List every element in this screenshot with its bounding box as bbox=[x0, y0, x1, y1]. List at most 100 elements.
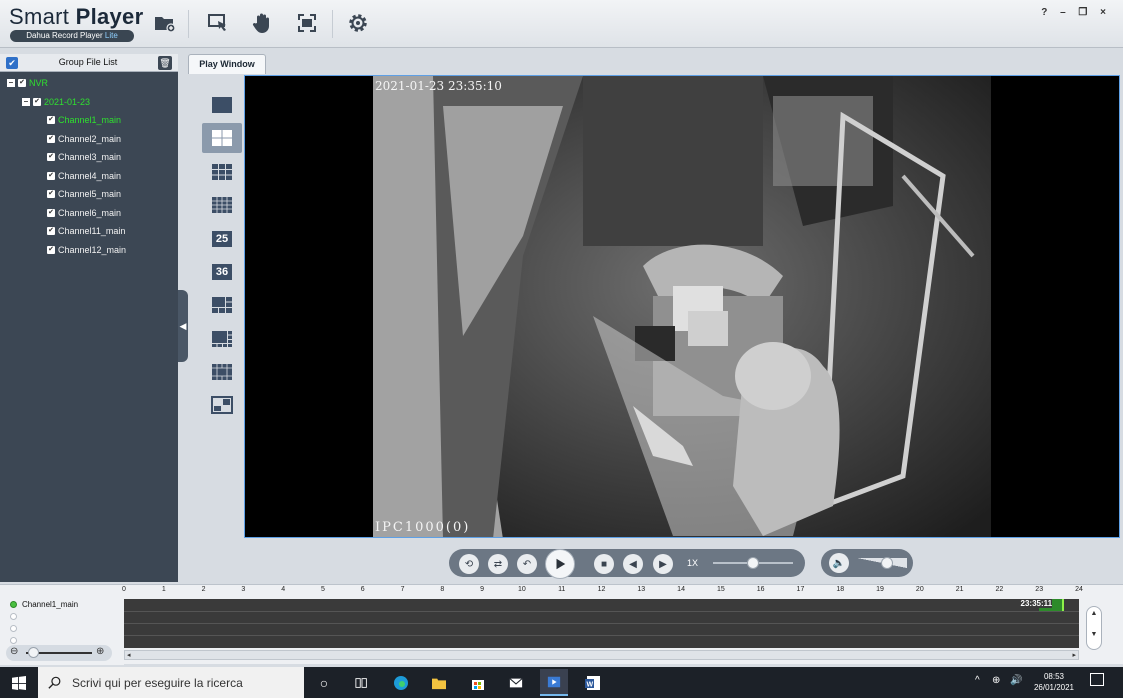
hour-tick-label: 3 bbox=[241, 586, 246, 593]
hour-tick-label: 24 bbox=[1075, 586, 1083, 593]
select-all-checkbox[interactable]: ✔ bbox=[6, 57, 18, 69]
layout-9-button[interactable] bbox=[202, 157, 242, 187]
layout-1-button[interactable] bbox=[202, 90, 242, 120]
tree-channel-item[interactable]: ✔ Channel3_main bbox=[47, 152, 121, 162]
timeline-horizontal-scrollbar[interactable]: ◂ ▸ bbox=[124, 650, 1079, 660]
speaker-icon[interactable]: 🔊 bbox=[1010, 675, 1022, 686]
group-file-title: Group File List bbox=[58, 57, 118, 67]
layout-13-button[interactable] bbox=[202, 357, 242, 387]
channel-status-dot[interactable] bbox=[10, 637, 17, 644]
tree-channel-item[interactable]: ✔ Channel2_main bbox=[47, 134, 121, 144]
smart-player-task-icon[interactable] bbox=[540, 669, 568, 696]
tray-chevron-icon[interactable]: ^ bbox=[975, 675, 980, 686]
toolbar-divider bbox=[332, 10, 333, 38]
search-placeholder: Scrivi qui per eseguire la ricerca bbox=[72, 675, 243, 690]
checkbox-icon[interactable]: ✔ bbox=[47, 172, 55, 180]
volume-icon[interactable]: 🔈 bbox=[829, 553, 849, 573]
layout-6-button[interactable] bbox=[202, 290, 242, 320]
checkbox-icon[interactable]: ✔ bbox=[47, 227, 55, 235]
app-title-light: Smart bbox=[9, 4, 76, 29]
video-view[interactable]: 2021-01-23 23:35:10 IPC1000(0) bbox=[244, 75, 1120, 538]
timeline-track[interactable]: 0 1 2 3 4 5 6 7 8 9 10 11 12 13 14 15 16 17 18 19 20 21 22 23 24… bbox=[122, 586, 1083, 648]
speed-slider-knob[interactable] bbox=[747, 557, 759, 569]
layout-4-button[interactable] bbox=[202, 123, 242, 153]
taskbar-search-box[interactable]: Scrivi qui per eseguire la ricerca bbox=[38, 667, 304, 698]
collapse-icon[interactable]: – bbox=[22, 98, 30, 106]
taskbar-clock[interactable]: 08:53 26/01/2021 bbox=[1026, 671, 1082, 693]
next-frame-icon[interactable]: ▶ bbox=[653, 554, 673, 574]
stop-icon[interactable]: ■ bbox=[594, 554, 614, 574]
checkbox-icon[interactable]: ✔ bbox=[33, 98, 41, 106]
timeline-cursor[interactable] bbox=[1061, 599, 1064, 611]
play-button[interactable] bbox=[545, 549, 575, 579]
zoom-in-icon[interactable]: ⊕ bbox=[96, 646, 104, 657]
scroll-left-icon[interactable]: ◂ bbox=[127, 651, 131, 659]
checkbox-icon[interactable]: ✔ bbox=[47, 135, 55, 143]
layout-8-icon bbox=[212, 331, 232, 347]
tree-channel-item[interactable]: ✔ Channel6_main bbox=[47, 208, 121, 218]
channel-status-dot[interactable] bbox=[10, 625, 17, 632]
windows-start-icon[interactable] bbox=[8, 673, 30, 693]
hand-icon[interactable] bbox=[249, 9, 275, 37]
notifications-icon[interactable] bbox=[1090, 673, 1104, 686]
prev-frame-icon[interactable]: ◀ bbox=[623, 554, 643, 574]
checkbox-icon[interactable]: ✔ bbox=[47, 246, 55, 254]
open-folder-icon[interactable] bbox=[152, 9, 178, 37]
word-icon[interactable]: W bbox=[582, 673, 604, 693]
hour-tick-label: 22 bbox=[995, 586, 1004, 593]
app-title-bold: Player bbox=[75, 4, 144, 29]
tree-date-node[interactable]: – ✔ 2021-01-23 bbox=[22, 97, 90, 107]
snapshot-cursor-icon[interactable] bbox=[205, 9, 231, 37]
sync-play-icon[interactable]: ⇄ bbox=[488, 554, 508, 574]
volume-slider-knob[interactable] bbox=[881, 557, 893, 569]
hour-tick-label: 17 bbox=[796, 586, 805, 593]
layout-8-button[interactable] bbox=[202, 324, 242, 354]
loop-icon[interactable]: ⟲ bbox=[459, 554, 479, 574]
reverse-play-icon[interactable]: ↶ bbox=[517, 554, 537, 574]
tree-channel-item[interactable]: ✔ Channel4_main bbox=[47, 171, 121, 181]
zoom-out-icon[interactable]: ⊖ bbox=[10, 646, 18, 657]
checkbox-icon[interactable]: ✔ bbox=[47, 190, 55, 198]
edge-browser-icon[interactable] bbox=[390, 673, 412, 693]
hour-tick-label: 21 bbox=[955, 586, 964, 593]
mail-icon[interactable] bbox=[505, 673, 527, 693]
checkbox-icon[interactable]: ✔ bbox=[47, 209, 55, 217]
fullscreen-icon[interactable] bbox=[294, 9, 320, 37]
hour-tick-label: 12 bbox=[597, 586, 606, 593]
network-icon[interactable]: ⊕ bbox=[992, 675, 1000, 686]
checkbox-icon[interactable]: ✔ bbox=[18, 79, 26, 87]
cortana-icon[interactable]: ○ bbox=[313, 673, 335, 693]
layout-pip-button[interactable] bbox=[202, 390, 242, 420]
layout-25-button[interactable]: 25 bbox=[202, 224, 242, 254]
timeline-channel-row[interactable]: Channel1_main bbox=[10, 600, 78, 609]
task-view-icon[interactable] bbox=[351, 673, 373, 693]
window-controls[interactable]: ? – ❐ × bbox=[1041, 7, 1111, 18]
scroll-down-icon[interactable]: ▼ bbox=[1087, 631, 1101, 638]
channel-label: Channel12_main bbox=[58, 245, 127, 255]
tree-channel-item[interactable]: ✔ Channel12_main bbox=[47, 245, 126, 255]
store-icon[interactable] bbox=[467, 673, 489, 693]
tree-channel-item[interactable]: ✔ Channel11_main bbox=[47, 226, 125, 236]
channel-status-dot[interactable] bbox=[10, 613, 17, 620]
file-explorer-icon[interactable] bbox=[428, 673, 450, 693]
zoom-slider-knob[interactable] bbox=[27, 647, 39, 658]
tree-channel-item[interactable]: ✔ Channel1_main bbox=[47, 115, 121, 125]
timeline-vertical-scroll[interactable]: ▲ ▼ bbox=[1086, 606, 1102, 650]
scroll-up-icon[interactable]: ▲ bbox=[1087, 610, 1101, 617]
layout-16-icon bbox=[212, 197, 232, 213]
trash-icon[interactable]: 🗑 bbox=[158, 56, 172, 70]
panel-collapse-handle[interactable]: ◀ bbox=[178, 290, 188, 362]
checkbox-icon[interactable]: ✔ bbox=[47, 153, 55, 161]
layout-16-button[interactable] bbox=[202, 190, 242, 220]
layout-36-button[interactable]: 36 bbox=[202, 257, 242, 287]
tree-channel-item[interactable]: ✔ Channel5_main bbox=[47, 189, 121, 199]
tree-root-nvr[interactable]: – ✔ NVR bbox=[7, 78, 48, 88]
collapse-icon[interactable]: – bbox=[7, 79, 15, 87]
tab-play-window[interactable]: Play Window bbox=[188, 54, 266, 74]
playback-controls: ⟲ ⇄ ↶ ■ ◀ ▶ 1X bbox=[449, 549, 805, 579]
scroll-right-icon[interactable]: ▸ bbox=[1072, 651, 1076, 659]
hour-tick-label: 13 bbox=[637, 586, 646, 593]
hour-tick-label: 15 bbox=[716, 586, 725, 593]
checkbox-icon[interactable]: ✔ bbox=[47, 116, 55, 124]
settings-gear-icon[interactable] bbox=[345, 9, 371, 37]
